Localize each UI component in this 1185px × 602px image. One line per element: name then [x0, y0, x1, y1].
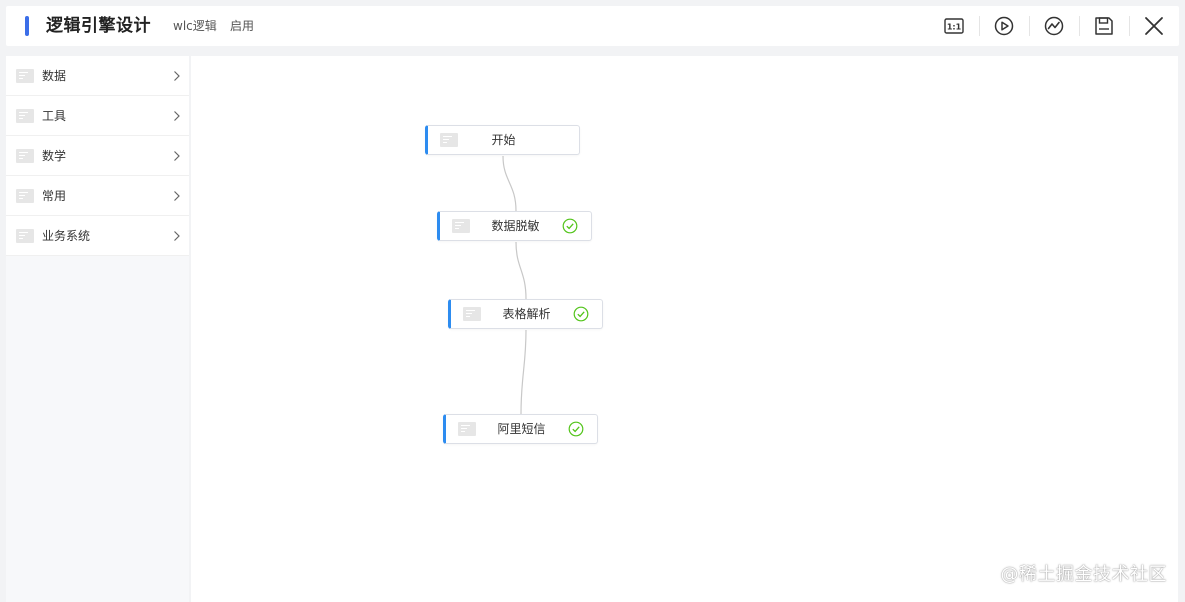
flow-node-aliyun-sms[interactable]: 阿里短信	[443, 414, 598, 444]
category-item-business[interactable]: 业务系统	[6, 216, 189, 256]
flow-canvas[interactable]: 开始 数据脱敏 表格解析 阿里短信	[191, 56, 1178, 602]
component-icon	[16, 148, 34, 163]
category-item-data[interactable]: 数据	[6, 56, 189, 96]
toolbar: 1:1	[929, 6, 1179, 46]
fit-view-button[interactable]: 1:1	[929, 6, 979, 46]
chevron-right-icon	[174, 111, 180, 121]
edge-parse-to-sms	[520, 329, 527, 415]
category-item-common[interactable]: 常用	[6, 176, 189, 216]
save-icon	[1095, 17, 1113, 35]
check-circle-icon	[568, 421, 584, 437]
category-list: 数据 工具 数学 常用 业务系统	[6, 56, 189, 256]
flow-node-table-parse[interactable]: 表格解析	[448, 299, 603, 329]
chevron-right-icon	[174, 231, 180, 241]
category-label: 业务系统	[42, 229, 91, 243]
header-bar: 逻辑引擎设计 wlc逻辑 启用 1:1	[6, 6, 1179, 46]
chevron-right-icon	[174, 191, 180, 201]
close-button[interactable]	[1129, 6, 1179, 46]
component-icon	[16, 188, 34, 203]
flow-node-desensitize[interactable]: 数据脱敏	[437, 211, 592, 241]
save-button[interactable]	[1079, 6, 1129, 46]
monitor-button[interactable]	[1029, 6, 1079, 46]
close-icon	[1145, 17, 1163, 35]
node-label: 开始	[491, 133, 516, 147]
play-icon	[994, 16, 1014, 36]
title-accent-bar	[25, 16, 29, 36]
category-item-tools[interactable]: 工具	[6, 96, 189, 136]
watermark: @稀土掘金技术社区	[1000, 564, 1167, 585]
check-circle-icon	[562, 218, 578, 234]
category-label: 工具	[42, 109, 67, 123]
page-title: 逻辑引擎设计	[46, 16, 151, 36]
category-label: 数据	[42, 69, 67, 83]
chevron-right-icon	[174, 151, 180, 161]
component-icon	[16, 228, 34, 243]
flow-edges	[502, 155, 527, 415]
check-circle-icon	[573, 306, 589, 322]
chevron-right-icon	[174, 71, 180, 81]
fit-view-icon: 1:1	[944, 18, 964, 34]
status-text: 启用	[230, 19, 255, 33]
logic-name: wlc逻辑	[173, 19, 217, 33]
edge-desensitize-to-parse	[515, 241, 527, 300]
trend-icon	[1044, 16, 1064, 36]
svg-text:1:1: 1:1	[947, 23, 962, 32]
category-label: 数学	[42, 149, 67, 163]
run-button[interactable]	[979, 6, 1029, 46]
edge-start-to-desensitize	[502, 155, 517, 212]
component-icon	[16, 108, 34, 123]
category-item-math[interactable]: 数学	[6, 136, 189, 176]
component-icon	[16, 68, 34, 83]
flow-node-start[interactable]: 开始	[425, 125, 580, 155]
category-label: 常用	[42, 189, 67, 203]
component-sidebar: 数据 工具 数学 常用 业务系统	[6, 56, 189, 602]
